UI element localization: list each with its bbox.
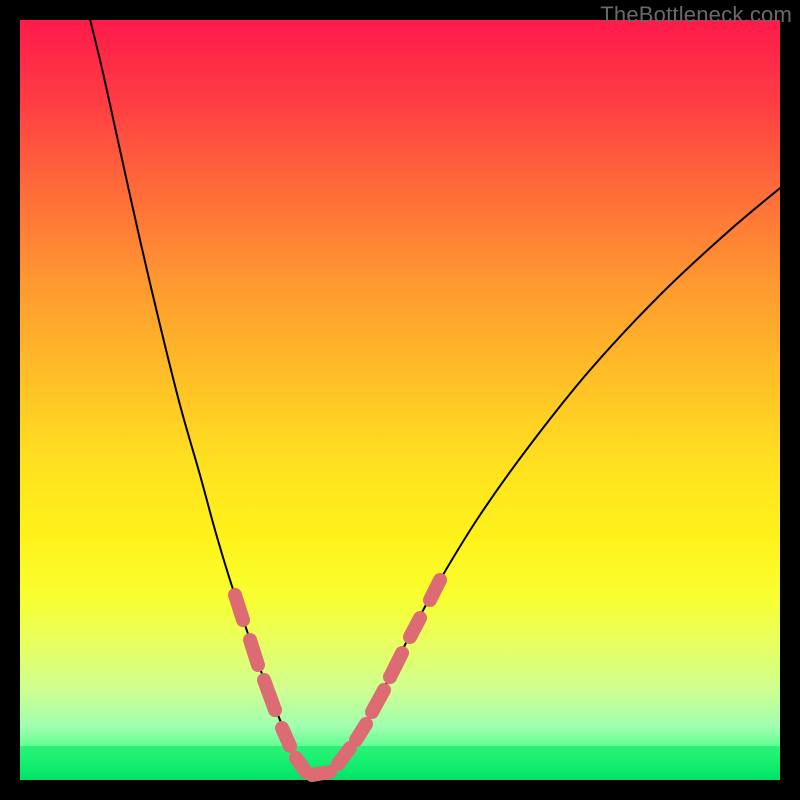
curve-marker (250, 640, 258, 665)
chart-frame (20, 20, 780, 780)
curve-marker (390, 653, 402, 677)
bottleneck-curve (80, 0, 318, 776)
curve-marker (410, 618, 420, 637)
curve-marker (338, 748, 350, 764)
watermark-text: TheBottleneck.com (600, 2, 792, 28)
chart-green-band (20, 746, 780, 780)
chart-markers (235, 580, 440, 775)
curve-marker (264, 680, 275, 710)
curve-marker (235, 595, 243, 620)
curve-marker (312, 772, 330, 775)
curve-marker (356, 724, 366, 740)
curve-marker (372, 690, 384, 712)
curve-marker (282, 728, 290, 746)
curve-marker (430, 580, 440, 600)
curve-marker (296, 758, 306, 772)
chart-svg (20, 20, 780, 780)
chart-curves (80, 0, 790, 776)
